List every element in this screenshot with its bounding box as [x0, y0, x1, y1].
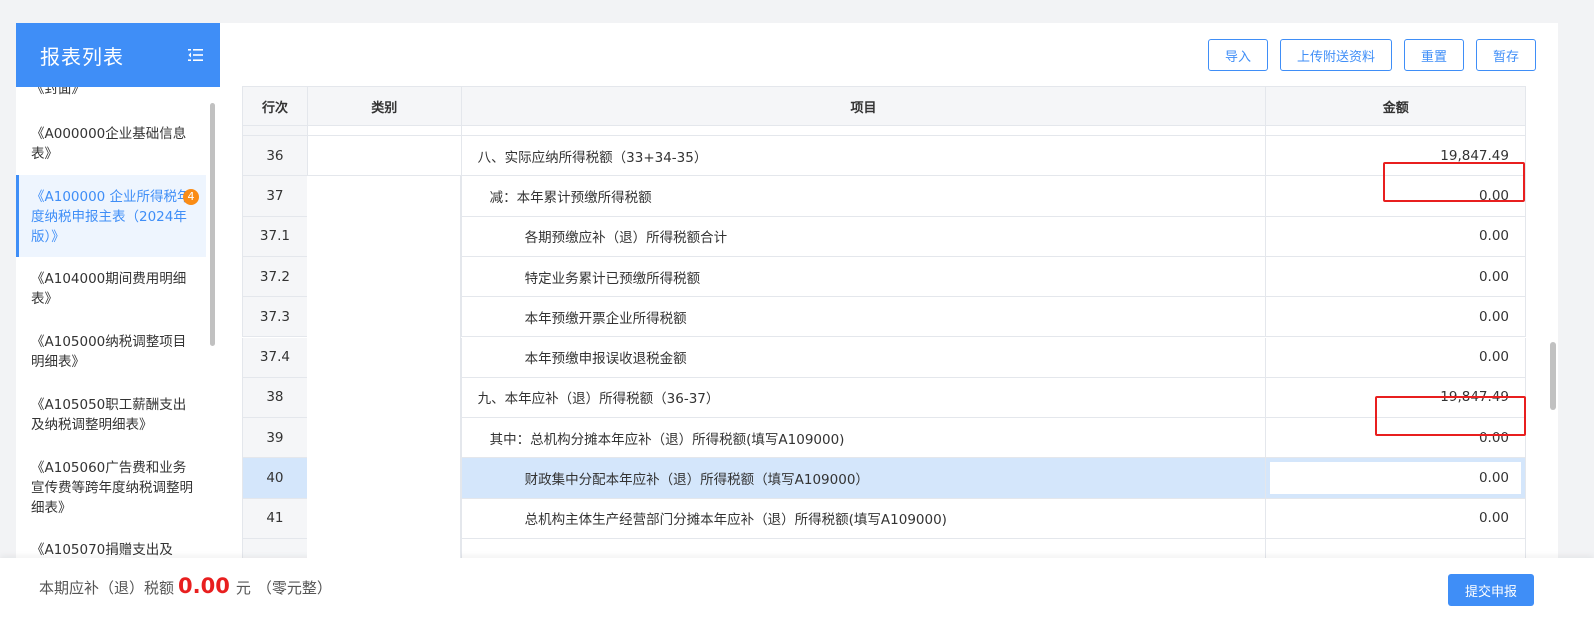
- tax-amount-uppercase: （零元整）: [256, 579, 332, 597]
- tax-summary-label: 本期应补（退）税额: [39, 579, 175, 597]
- row-item: 特定业务累计已预缴所得税额: [462, 256, 1267, 297]
- amount-input[interactable]: 0.00: [1270, 462, 1521, 494]
- sidebar-item-a104000[interactable]: 《A104000期间费用明细表》: [16, 269, 206, 309]
- sidebar-item-a000000[interactable]: 《A000000企业基础信息表》: [16, 124, 206, 164]
- report-table: 行次 类别 项目 金额 36 八、实际应纳所得税额（33+34-35） 19,8…: [242, 86, 1526, 558]
- tax-amount: 0.00: [178, 574, 230, 598]
- sidebar-item-a105060[interactable]: 《A105060广告费和业务宣传费等跨年度纳税调整明细表》: [16, 458, 206, 518]
- sidebar-item-cover[interactable]: 《封面》: [16, 87, 206, 99]
- header-row-number: 行次: [243, 87, 308, 125]
- sidebar-item-label: 《A105000纳税调整项目明细表》: [31, 334, 187, 370]
- table-row[interactable]: 36 八、实际应纳所得税额（33+34-35） 19,847.49: [242, 136, 1526, 177]
- sidebar-item-label: 《A105060广告费和业务宣传费等跨年度纳税调整明细表》: [31, 460, 193, 516]
- row-item: 八、实际应纳所得税额（33+34-35）: [462, 136, 1267, 176]
- sidebar-scrollbar[interactable]: [208, 87, 216, 558]
- save-draft-button[interactable]: 暂存: [1475, 39, 1536, 71]
- row-number: [243, 539, 308, 558]
- sidebar-item-a105070[interactable]: 《A105070捐赠支出及: [16, 540, 206, 558]
- sidebar-item-label: 《A000000企业基础信息表》: [31, 126, 187, 162]
- row-item: 本年预缴申报误收退税金额: [462, 337, 1267, 377]
- row-number: 37.3: [243, 297, 308, 337]
- header-item: 项目: [462, 87, 1267, 125]
- header-category: 类别: [308, 87, 462, 125]
- row-item: 其中：总机构分摊本年应补（退）所得税额(填写A109000): [462, 418, 1267, 458]
- sidebar-scroll-thumb[interactable]: [210, 103, 215, 346]
- sidebar-item-label: 《A105070捐赠支出及: [31, 542, 173, 558]
- amount-cell: [1266, 539, 1525, 558]
- row-number: 39: [243, 418, 308, 458]
- row-category: [307, 136, 462, 176]
- row-item: [462, 539, 1267, 558]
- row-item: 各期预缴应补（退）所得税额合计: [462, 216, 1267, 256]
- row-number: 38: [243, 377, 308, 418]
- sidebar-item-label: 《A104000期间费用明细表》: [31, 271, 187, 307]
- table-header: 行次 类别 项目 金额: [242, 86, 1526, 126]
- amount-cell[interactable]: 0.00: [1266, 458, 1525, 498]
- sidebar-title: 报表列表: [40, 44, 124, 69]
- sidebar-list: 《封面》 《A000000企业基础信息表》 《A100000 企业所得税年度纳税…: [16, 87, 206, 558]
- tax-unit: 元: [235, 579, 251, 597]
- sidebar-item-label: 《A105050职工薪酬支出及纳税调整明细表》: [31, 397, 187, 433]
- toolbar: 导入 上传附送资料 重置 暂存: [1207, 39, 1536, 71]
- row-item: 总机构主体生产经营部门分摊本年应补（退）所得税额(填写A109000): [462, 498, 1267, 538]
- amount-cell[interactable]: 19,847.49: [1266, 378, 1525, 417]
- row-number: 37.4: [243, 337, 308, 377]
- tax-summary: 本期应补（退）税额 0.00 元 （零元整）: [39, 574, 332, 598]
- sidebar-header: 报表列表: [16, 23, 220, 87]
- main-panel: 导入 上传附送资料 重置 暂存 行次 类别 项目 金额 36 八、实际应纳所得税…: [220, 23, 1558, 558]
- sidebar-item-label: 《A100000 企业所得税年度纳税申报主表（2024年版）》: [31, 189, 191, 245]
- row-item: 本年预缴开票企业所得税额: [462, 297, 1267, 337]
- row-item: 财政集中分配本年应补（退）所得税额（填写A109000）: [461, 458, 1267, 498]
- upload-attachments-button[interactable]: 上传附送资料: [1279, 39, 1392, 71]
- amount-cell[interactable]: 0.00: [1266, 418, 1525, 457]
- sidebar-item-a105050[interactable]: 《A105050职工薪酬支出及纳税调整明细表》: [16, 395, 206, 435]
- sidebar-item-label: 《封面》: [31, 87, 85, 97]
- header-amount: 金额: [1382, 100, 1409, 116]
- row-number: 37.2: [243, 256, 308, 297]
- amount-cell[interactable]: 0.00: [1266, 176, 1525, 215]
- row-number: 41: [243, 498, 308, 538]
- row-number: 36: [243, 136, 308, 176]
- reset-button[interactable]: 重置: [1403, 39, 1464, 71]
- row-number: 37.1: [243, 216, 308, 256]
- amount-cell[interactable]: 19,847.49: [1266, 136, 1525, 175]
- footer-bar: 本期应补（退）税额 0.00 元 （零元整） 提交申报: [0, 558, 1594, 630]
- status-badge: 4: [183, 189, 199, 205]
- sidebar-item-a105000[interactable]: 《A105000纳税调整项目明细表》: [16, 332, 206, 372]
- row-item: 九、本年应补（退）所得税额（36-37）: [462, 377, 1267, 418]
- amount-cell[interactable]: 0.00: [1266, 338, 1525, 377]
- sidebar-item-a100000[interactable]: 《A100000 企业所得税年度纳税申报主表（2024年版）》 4: [16, 175, 206, 257]
- report-list-sidebar: 报表列表 《封面》 《A000000企业基础信息表》 《A100000 企业所得…: [16, 23, 220, 558]
- submit-declaration-button[interactable]: 提交申报: [1448, 574, 1534, 606]
- amount-cell[interactable]: 0.00: [1266, 257, 1525, 296]
- row-number: 40: [243, 458, 308, 498]
- main-scroll-thumb[interactable]: [1550, 342, 1556, 410]
- amount-cell[interactable]: 0.00: [1266, 297, 1525, 336]
- amount-cell[interactable]: 0.00: [1266, 499, 1525, 538]
- merged-category-cell: [307, 176, 461, 558]
- menu-fold-icon[interactable]: [188, 48, 204, 62]
- row-item: 减：本年累计预缴所得税额: [462, 176, 1267, 216]
- amount-cell[interactable]: 0.00: [1266, 217, 1525, 256]
- import-button[interactable]: 导入: [1207, 39, 1268, 71]
- row-number: 37: [243, 176, 308, 216]
